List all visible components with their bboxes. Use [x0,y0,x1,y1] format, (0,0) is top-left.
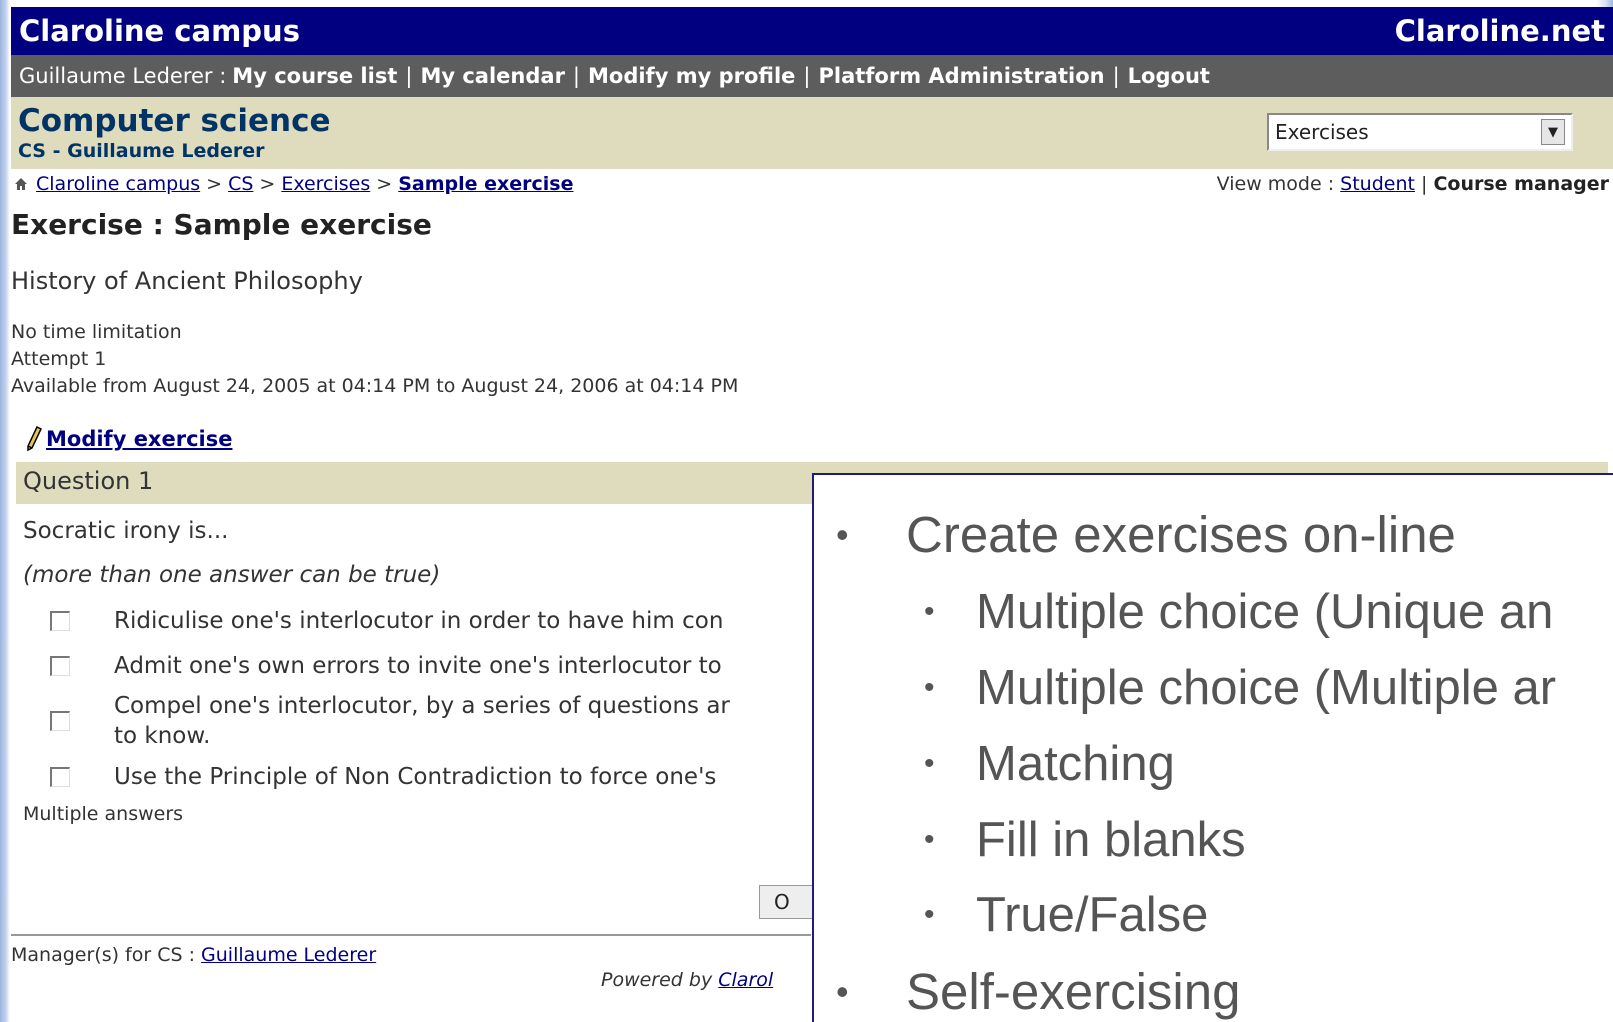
powered-by: Powered by Clarol [601,969,773,991]
answer-checkbox[interactable] [50,766,70,787]
top-banner: Claroline campus Claroline.net [11,7,1613,55]
my-calendar-link[interactable]: My calendar [420,64,564,88]
pencil-icon [27,426,42,452]
separator: | [405,64,413,88]
answer-checkbox[interactable] [50,711,70,731]
chevron-down-icon[interactable]: ▼ [1541,119,1565,145]
breadcrumb-cs[interactable]: CS [228,173,253,195]
slide-bullet-text: Matching [976,737,1175,791]
breadcrumb-campus[interactable]: Claroline campus [36,173,200,195]
breadcrumb-separator: > [259,173,276,195]
slide-sub-bullet: • Multiple choice (Multiple ar [924,658,1556,718]
slide-bullet: • Create exercises on-line [836,505,1456,565]
answer-checkbox[interactable] [50,610,70,631]
breadcrumb-separator: > [376,173,393,195]
slide-overlay: • Create exercises on-line • Multiple ch… [812,473,1613,1022]
exercise-title: Exercise : Sample exercise [11,208,432,241]
site-name[interactable]: Claroline campus [19,14,300,48]
breadcrumb-separator: > [206,173,223,195]
answer-text: Ridiculise one's interlocutor in order t… [114,607,724,634]
claroline-net-link[interactable]: Claroline.net [1395,14,1605,48]
ok-button[interactable]: O [759,885,819,919]
slide-bullet-text: True/False [976,888,1209,942]
modify-exercise-link[interactable]: Modify exercise [25,426,232,452]
view-mode-student-link[interactable]: Student [1340,173,1415,195]
availability-info: Available from August 24, 2005 at 04:14 … [11,375,739,397]
breadcrumb-sample-exercise[interactable]: Sample exercise [398,173,573,195]
slide-sub-bullet: • Fill in blanks [924,810,1246,870]
bullet-glyph: • [924,671,935,704]
answer-text-line: Compel one's interlocutor, by a series o… [114,693,730,719]
exercise-meta: No time limitation Attempt 1 Available f… [11,319,1613,400]
home-icon [15,178,27,190]
separator: | [572,64,580,88]
slide-bullet-text: Multiple choice (Unique an [976,585,1554,639]
slide-bullet-text: Multiple choice (Multiple ar [976,661,1557,715]
attempt-info: Attempt 1 [11,348,107,370]
view-mode-separator: | [1421,173,1428,195]
slide-bullet: • Self-exercising [836,962,1240,1022]
bullet-glyph: • [924,898,935,931]
slide-sub-bullet: • True/False [924,885,1208,945]
powered-label: Powered by [601,969,713,991]
tool-select-dropdown[interactable]: Exercises ▼ [1267,113,1573,151]
exercise-description: History of Ancient Philosophy [11,267,363,295]
bullet-glyph: • [836,514,849,555]
user-bar: Guillaume Lederer : My course list | My … [11,55,1613,97]
modify-profile-link[interactable]: Modify my profile [588,64,795,88]
breadcrumb: Claroline campus > CS > Exercises > Samp… [11,173,574,195]
logout-link[interactable]: Logout [1128,64,1210,88]
course-managers: Manager(s) for CS : Guillaume Lederer [11,944,376,966]
view-mode-label: View mode : [1216,173,1335,195]
user-name: Guillaume Lederer : [19,64,227,88]
separator: | [1112,64,1120,88]
bullet-glyph: • [924,823,935,856]
managers-label: Manager(s) for CS : [11,944,195,966]
separator: | [803,64,811,88]
footer-divider [11,934,811,936]
breadcrumb-exercises[interactable]: Exercises [281,173,370,195]
slide-bullet-text: Fill in blanks [976,813,1246,867]
bullet-glyph: • [924,595,935,628]
view-mode: View mode : Student | Course manager [1217,173,1609,195]
bullet-glyph: • [924,747,935,780]
my-course-list-link[interactable]: My course list [232,64,397,88]
powered-link[interactable]: Clarol [718,969,773,991]
tool-select-value: Exercises [1275,120,1369,144]
answer-text-line: to know. [114,723,211,749]
slide-sub-bullet: • Matching [924,734,1175,794]
answer-text: Admit one's own errors to invite one's i… [114,652,722,679]
answer-text: Use the Principle of Non Contradiction t… [114,763,717,790]
bullet-glyph: • [836,971,849,1012]
slide-bullet-text: Self-exercising [906,963,1241,1020]
slide-bullet-text: Create exercises on-line [906,506,1456,563]
platform-admin-link[interactable]: Platform Administration [818,64,1104,88]
answer-checkbox[interactable] [50,655,70,676]
slide-sub-bullet: • Multiple choice (Unique an [924,582,1553,642]
manager-link[interactable]: Guillaume Lederer [201,944,376,966]
time-limitation: No time limitation [11,321,182,343]
breadcrumb-row: Claroline campus > CS > Exercises > Samp… [11,169,1613,199]
view-mode-course-manager: Course manager [1433,173,1609,195]
modify-exercise-label: Modify exercise [46,427,233,451]
course-bar: Computer science CS - Guillaume Lederer … [11,97,1613,169]
